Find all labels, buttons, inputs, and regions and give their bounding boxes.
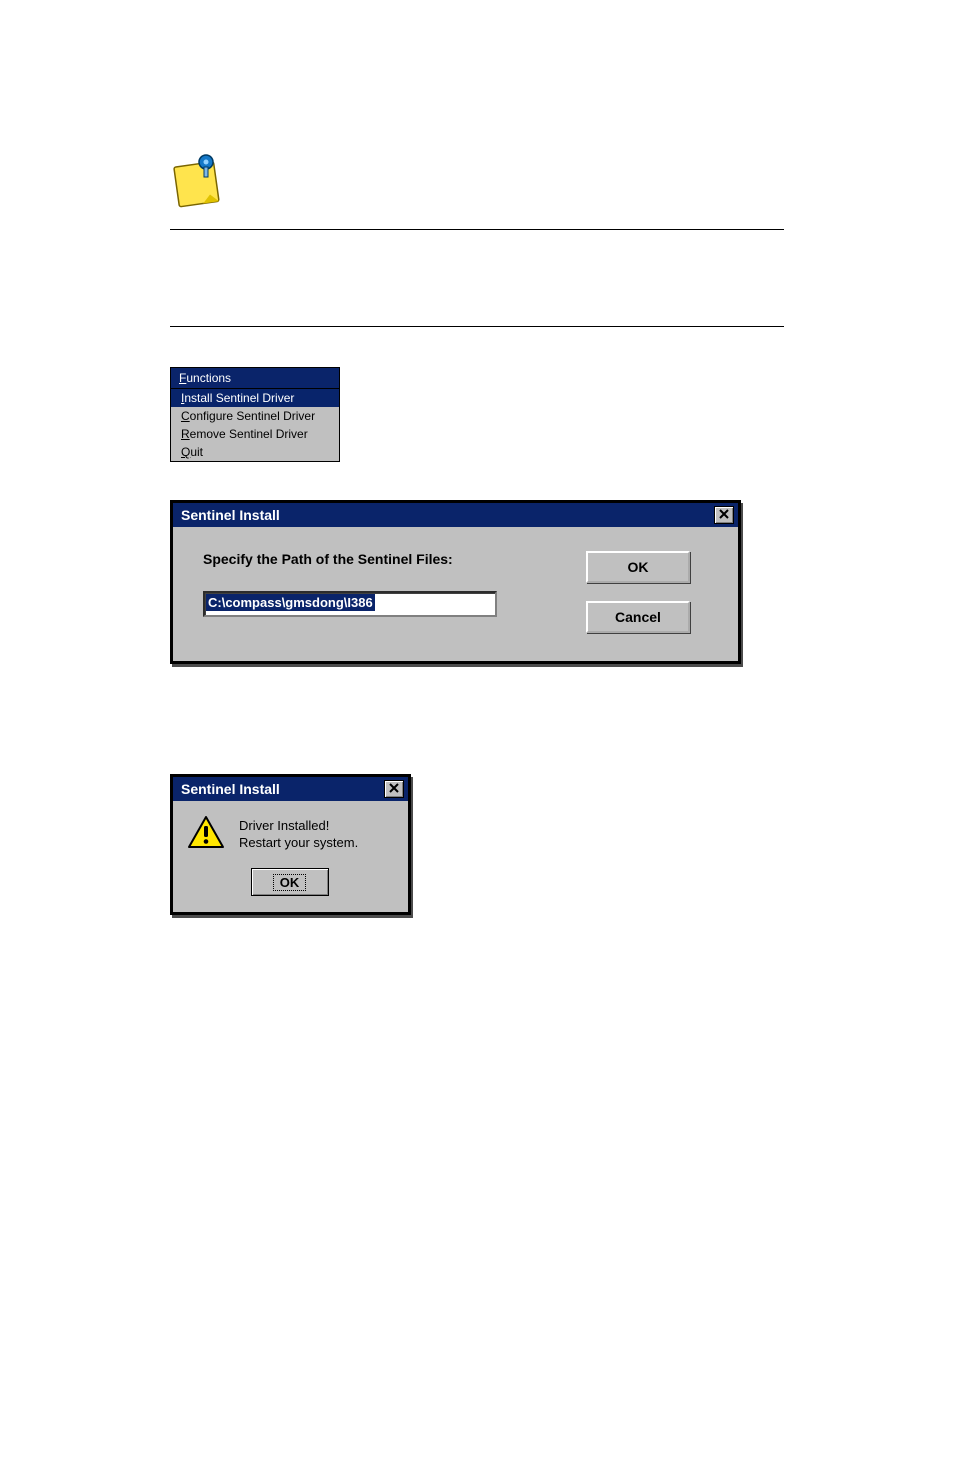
dialog-body: Specify the Path of the Sentinel Files: … <box>173 527 738 661</box>
sentinel-install-path-dialog: Sentinel Install Specify the Path of the… <box>170 500 741 664</box>
sentinel-install-done-dialog: Sentinel Install Driver Installed! <box>170 774 411 915</box>
dialog-body: Driver Installed! Restart your system. O… <box>173 801 408 912</box>
path-label: Specify the Path of the Sentinel Files: <box>203 551 568 567</box>
ok-button[interactable]: OK <box>251 868 329 896</box>
close-button[interactable] <box>714 506 734 524</box>
menu-item-install[interactable]: Install Sentinel Driver <box>171 389 339 407</box>
close-icon <box>389 782 399 796</box>
menu-item-label: uit <box>190 445 203 459</box>
separator-top <box>170 229 784 230</box>
menu-item-label: nstall Sentinel Driver <box>184 391 294 405</box>
dialog-left-pane: Specify the Path of the Sentinel Files: … <box>203 551 568 633</box>
dialog-button-row: OK <box>187 868 392 896</box>
dialog-message-row: Driver Installed! Restart your system. <box>187 815 392 854</box>
menu-item-mnemonic: R <box>181 427 190 441</box>
cancel-button-label: Cancel <box>615 609 661 625</box>
menu-item-mnemonic: C <box>181 409 190 423</box>
dialog-titlebar: Sentinel Install <box>173 777 408 801</box>
dialog-title: Sentinel Install <box>181 507 714 523</box>
menu-title-rest: unctions <box>186 371 231 385</box>
warning-icon <box>187 815 225 854</box>
path-input-value: C:\compass\gmsdong\I386 <box>206 594 375 611</box>
functions-menu-body: Install Sentinel Driver Configure Sentin… <box>171 388 339 461</box>
pinned-note-icon <box>170 150 226 217</box>
close-button[interactable] <box>384 780 404 798</box>
menu-item-configure[interactable]: Configure Sentinel Driver <box>171 407 339 425</box>
menu-item-quit[interactable]: Quit <box>171 443 339 461</box>
document-page: Functions Install Sentinel Driver Config… <box>0 0 954 1475</box>
menu-item-mnemonic: Q <box>181 445 190 459</box>
ok-button-label: OK <box>273 874 307 891</box>
dialog-message-line2: Restart your system. <box>239 835 358 851</box>
cancel-button[interactable]: Cancel <box>586 601 690 633</box>
dialog-message-line1: Driver Installed! <box>239 818 358 834</box>
dialog-message: Driver Installed! Restart your system. <box>239 818 358 851</box>
note-block <box>170 150 784 217</box>
dialog-titlebar: Sentinel Install <box>173 503 738 527</box>
menu-item-remove[interactable]: Remove Sentinel Driver <box>171 425 339 443</box>
ok-button-label: OK <box>628 559 649 575</box>
functions-menu: Functions Install Sentinel Driver Config… <box>170 367 340 462</box>
separator-bottom <box>170 326 784 327</box>
functions-menu-title[interactable]: Functions <box>171 368 339 388</box>
dialog-button-column: OK Cancel <box>568 551 708 633</box>
note-body-gap <box>170 254 784 314</box>
dialog-title: Sentinel Install <box>181 781 384 797</box>
menu-item-label: emove Sentinel Driver <box>190 427 308 441</box>
path-input[interactable]: C:\compass\gmsdong\I386 <box>203 591 497 617</box>
close-icon <box>719 508 729 522</box>
ok-button[interactable]: OK <box>586 551 690 583</box>
menu-item-label: onfigure Sentinel Driver <box>190 409 315 423</box>
